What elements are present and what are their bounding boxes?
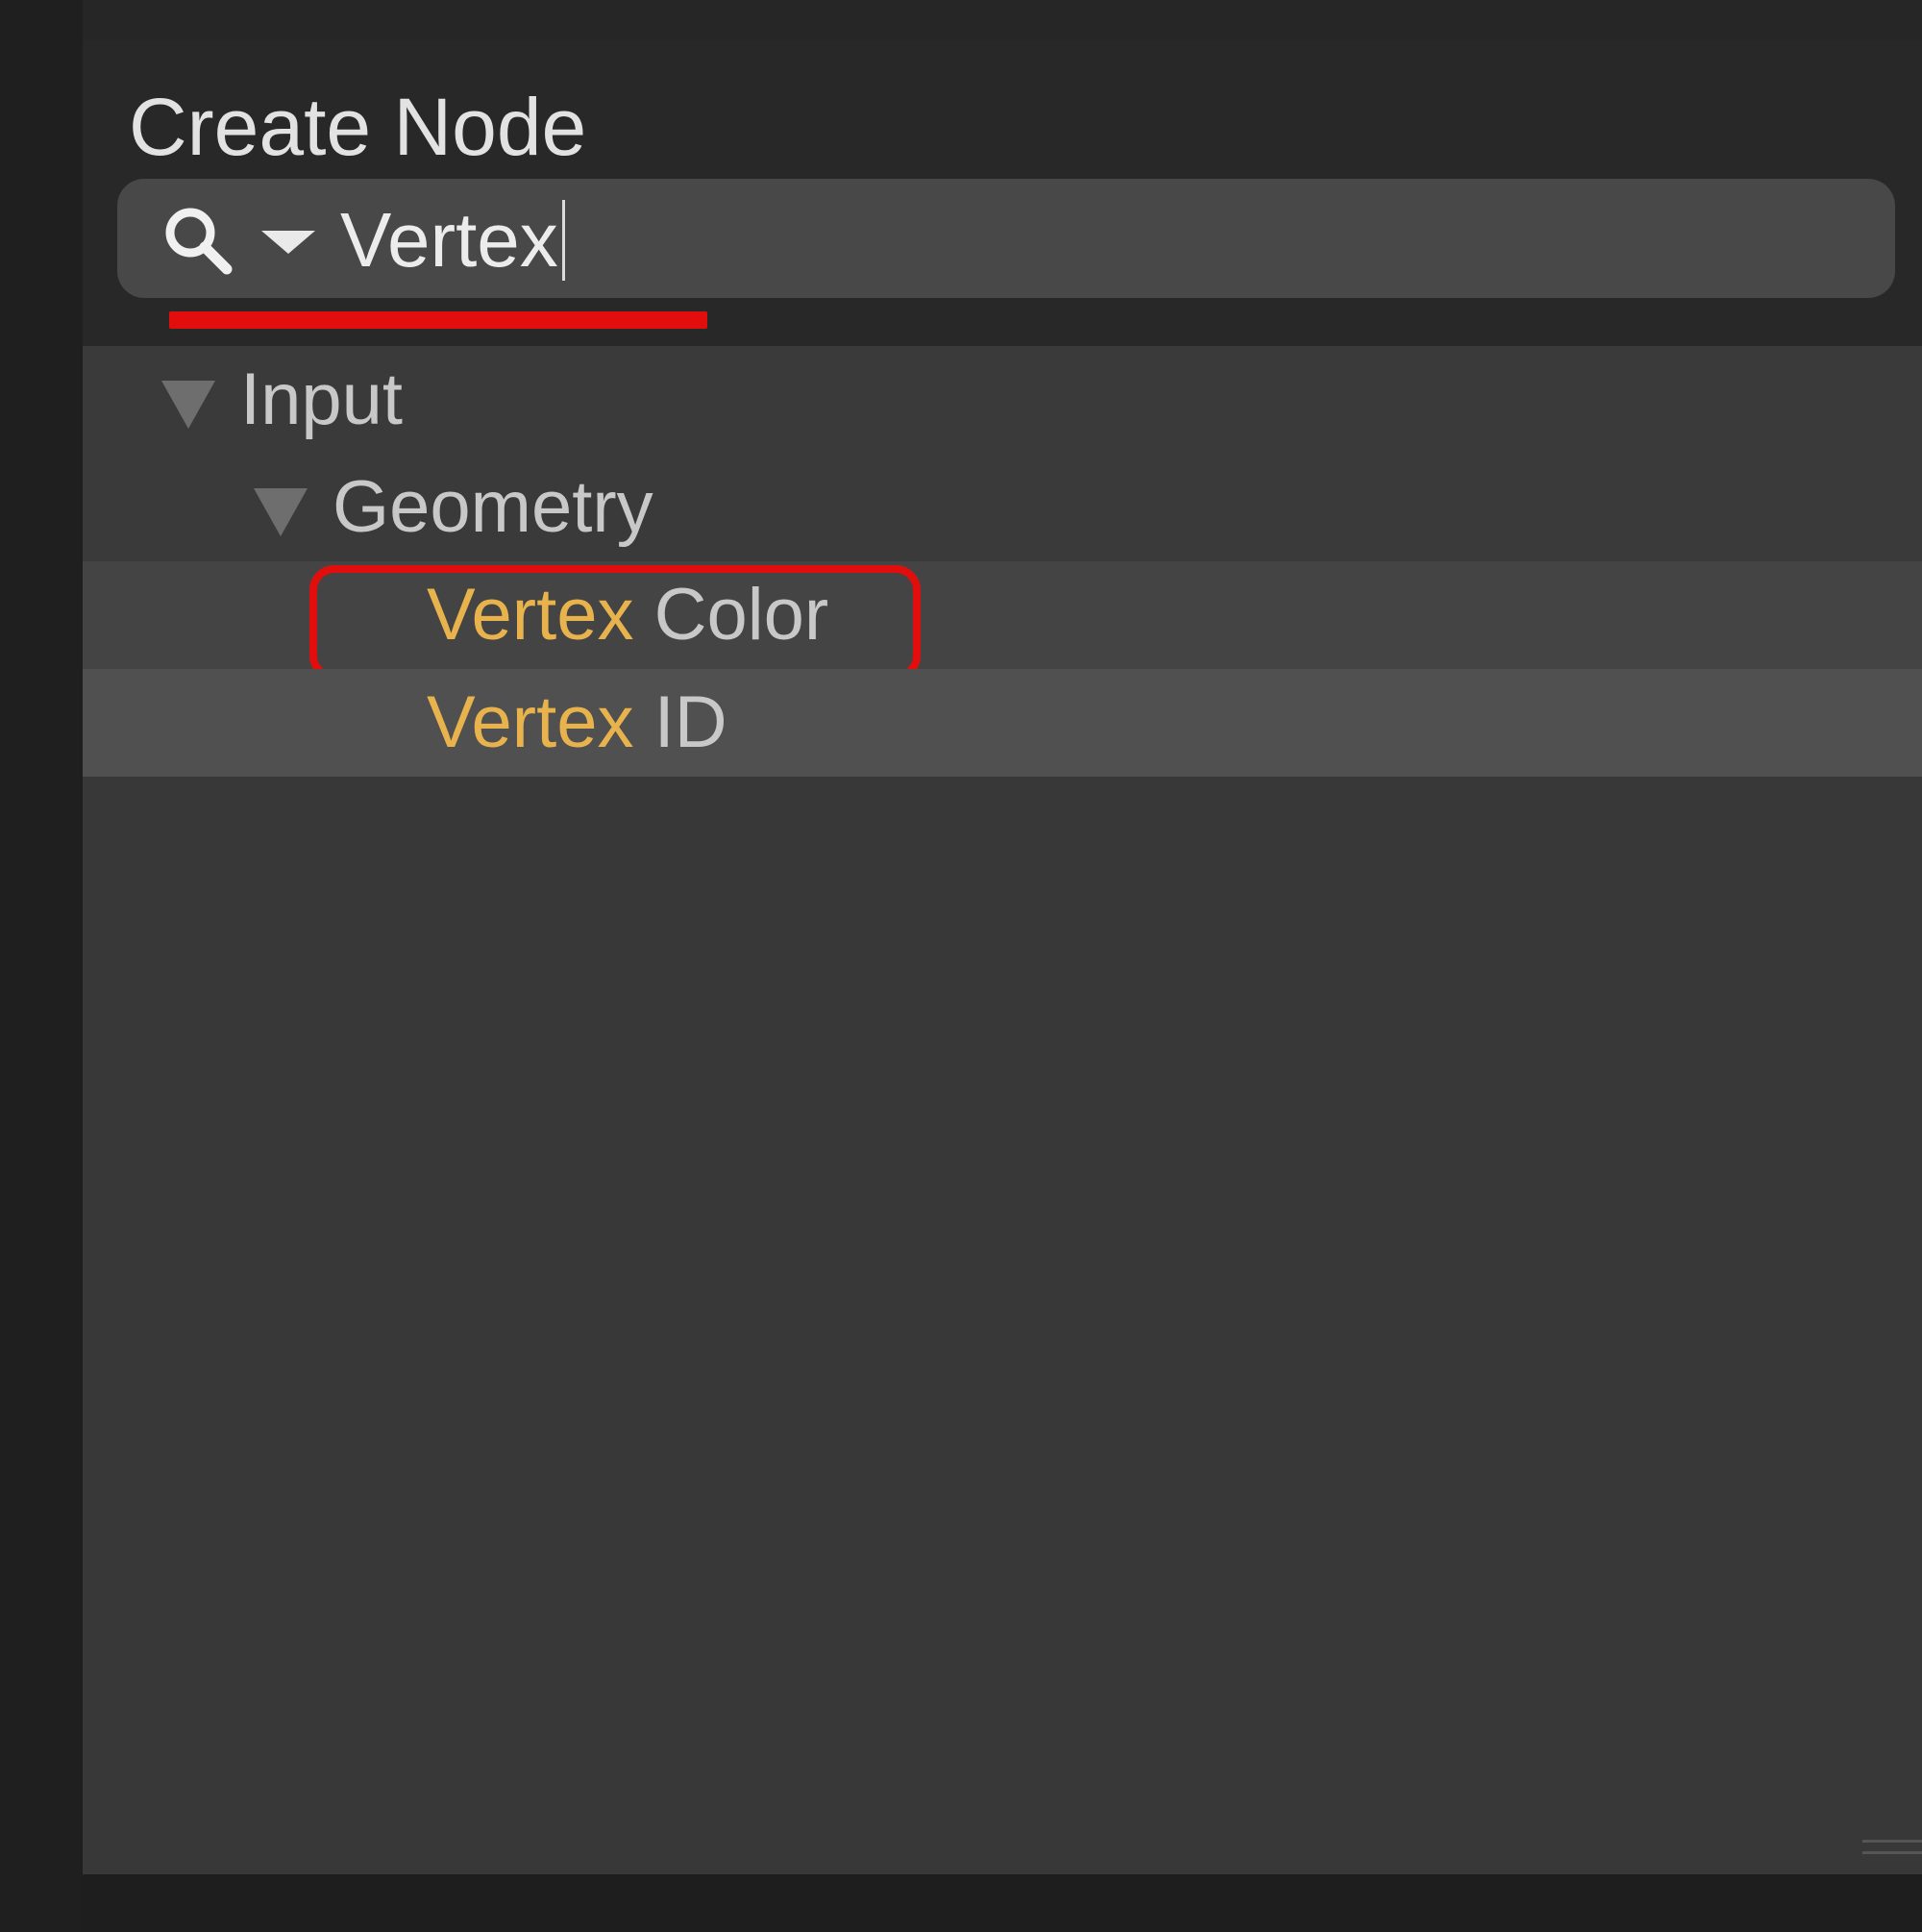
- search-input-text: Vertex: [340, 197, 558, 283]
- text-caret: [561, 200, 565, 281]
- window-left-gutter: [0, 0, 83, 1932]
- expand-triangle-icon[interactable]: [254, 488, 308, 536]
- grip-line: [1862, 1851, 1922, 1854]
- search-underline-annotation: [169, 311, 707, 329]
- tree-subcategory-label: Geometry: [333, 466, 653, 548]
- tree-item-label: Vertex ID: [427, 669, 727, 777]
- tree-item-vertex-id[interactable]: Vertex ID: [83, 669, 1922, 777]
- tree-category-label: Input: [240, 359, 404, 440]
- search-match-text: Vertex: [427, 681, 634, 763]
- tree-item-vertex-color[interactable]: Vertex Color: [83, 561, 1922, 681]
- resize-grip-icon[interactable]: [1862, 1832, 1922, 1865]
- item-label-remainder: Color: [633, 574, 829, 656]
- tree-item-label: Vertex Color: [427, 561, 828, 669]
- node-tree: Input Geometry Vertex Color Vertex ID: [83, 346, 1922, 777]
- search-match-text: Vertex: [427, 574, 634, 656]
- chevron-down-icon[interactable]: [261, 231, 315, 254]
- grip-line: [1862, 1840, 1922, 1843]
- create-node-panel: Create Node Vertex Input Geometry Vertex…: [83, 40, 1922, 1874]
- panel-header: Create Node Vertex: [83, 40, 1922, 346]
- search-input[interactable]: Vertex: [340, 200, 565, 281]
- tree-category-input[interactable]: Input: [83, 346, 1922, 454]
- expand-triangle-icon[interactable]: [161, 381, 215, 429]
- window-top-bar: [0, 0, 1922, 40]
- tree-subcategory-geometry[interactable]: Geometry: [83, 454, 1922, 561]
- item-label-remainder: ID: [633, 681, 727, 763]
- search-field[interactable]: Vertex: [117, 179, 1895, 298]
- panel-title: Create Node: [129, 82, 587, 172]
- search-icon[interactable]: [160, 202, 242, 285]
